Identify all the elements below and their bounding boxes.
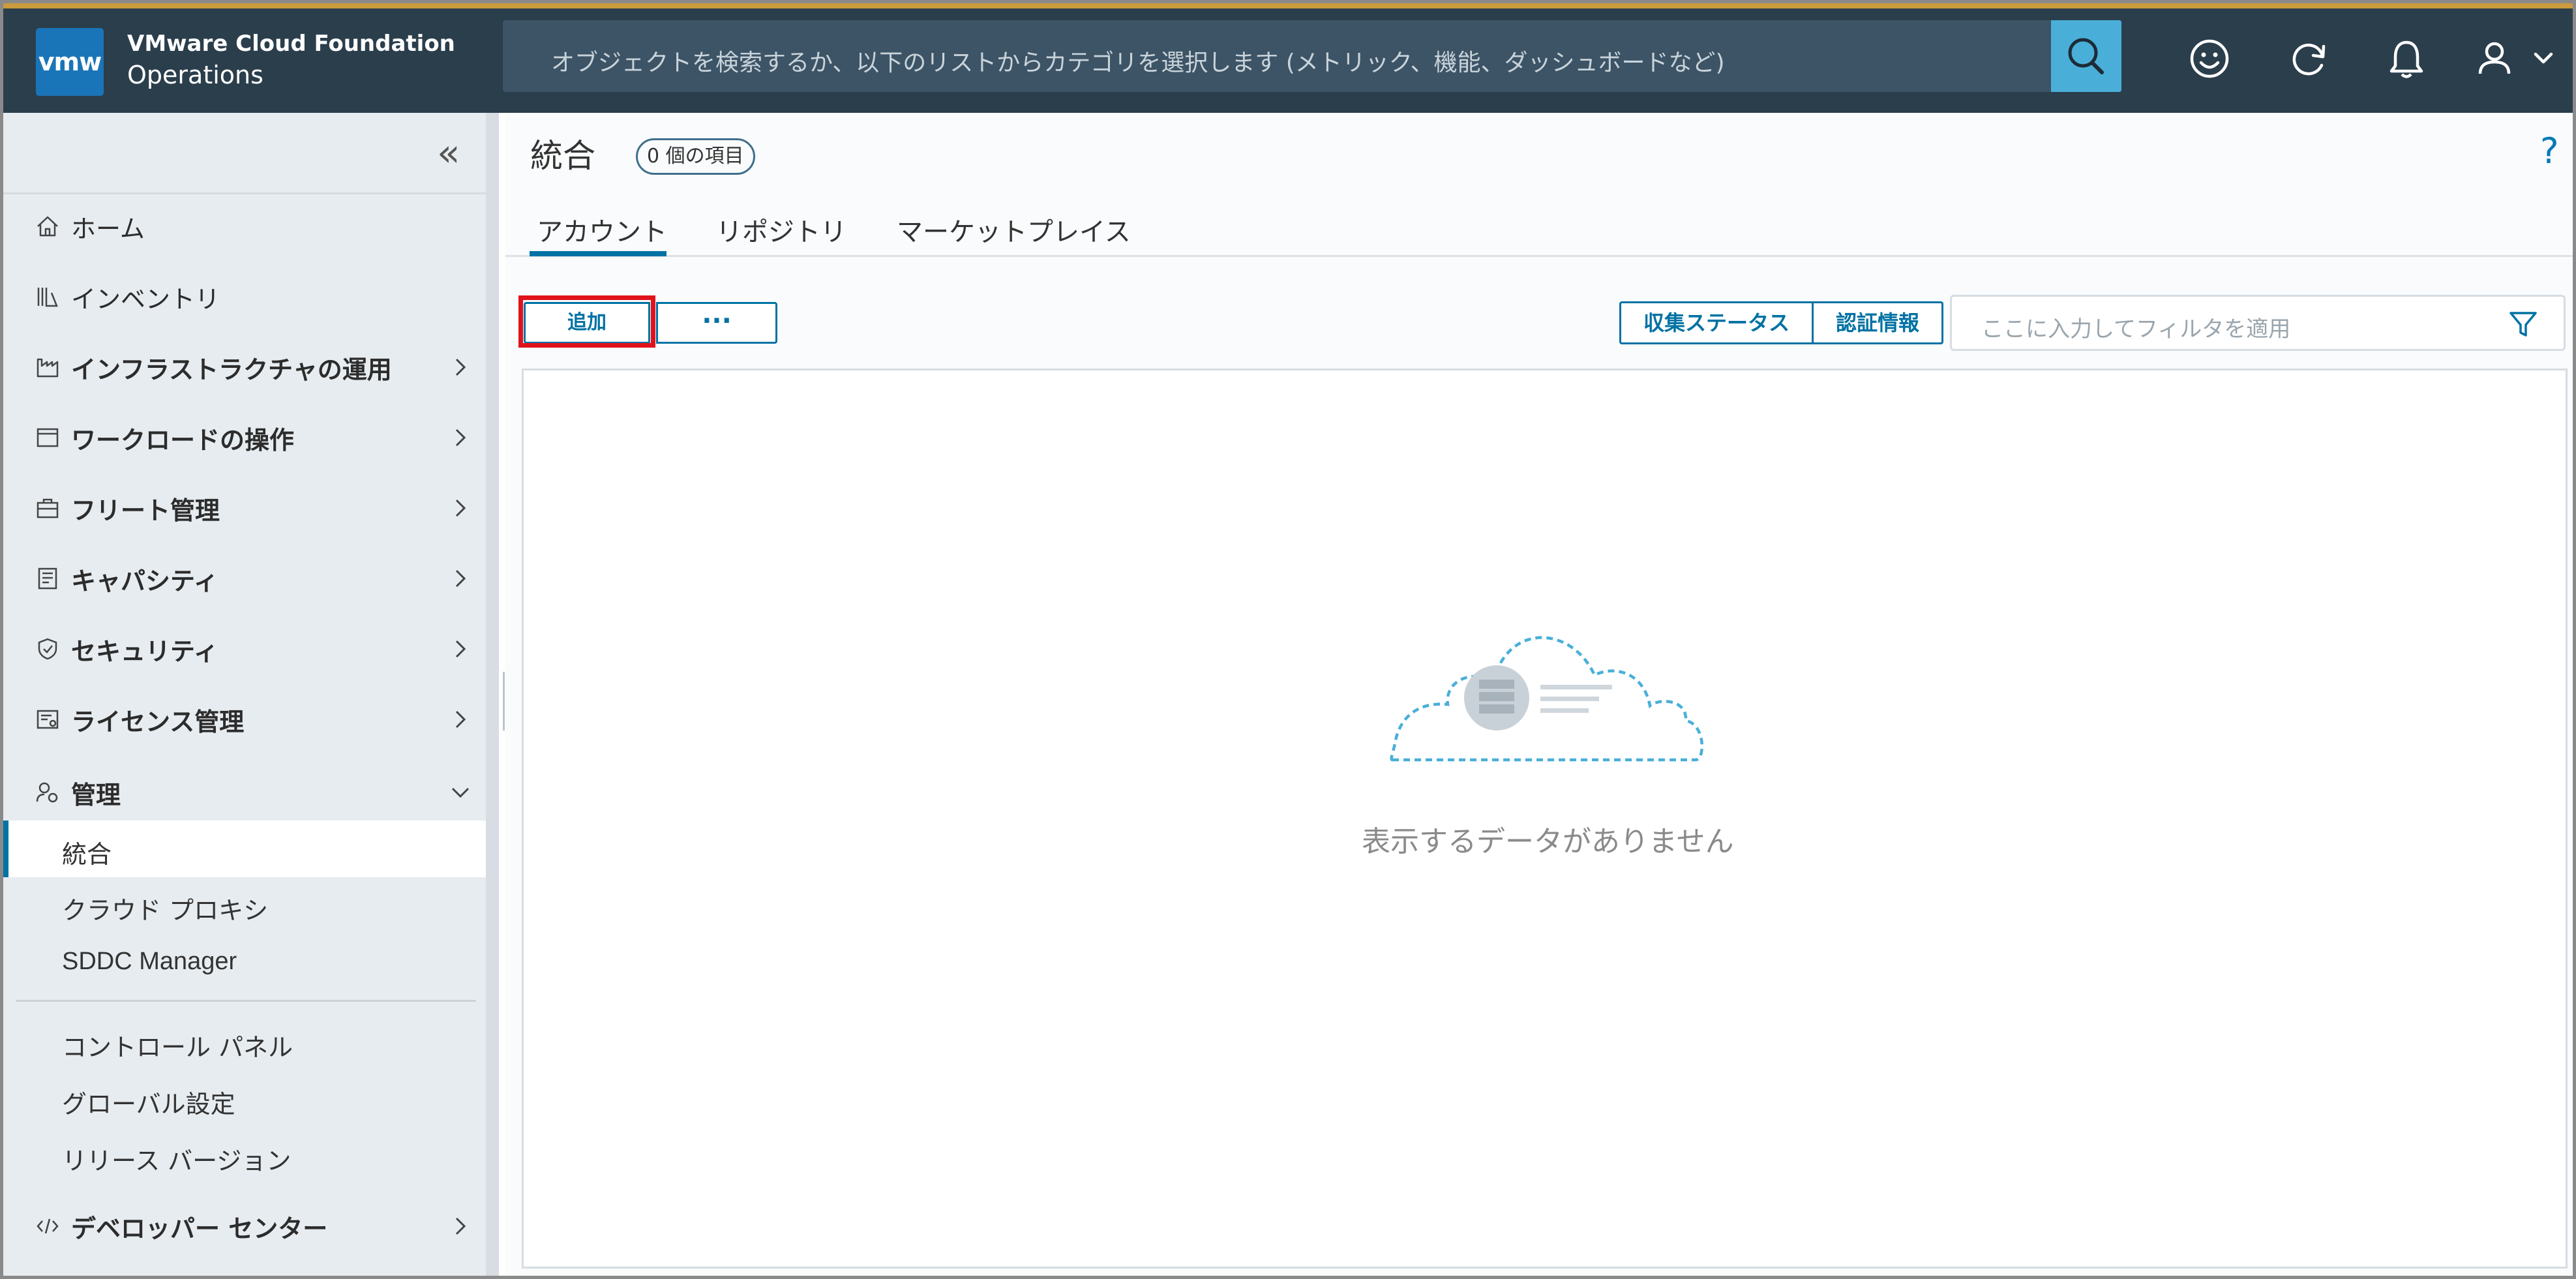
capacity-icon: [35, 565, 61, 592]
collapse-sidebar-button[interactable]: «: [437, 130, 460, 175]
more-actions-button[interactable]: ···: [656, 302, 777, 344]
sidebar-subitem-global-settings[interactable]: グローバル設定: [62, 1084, 235, 1120]
page-title: 統合: [530, 137, 595, 175]
empty-state-message: 表示するデータがありません: [1362, 825, 1734, 858]
sidebar-item-security[interactable]: セキュリティ: [35, 623, 485, 675]
item-count-badge: 0 個の項目: [636, 138, 755, 175]
sidebar-item-label: ワークロードの操作: [71, 425, 295, 455]
window-icon: [35, 425, 61, 451]
add-button-highlight: [518, 295, 655, 348]
refresh-icon[interactable]: [2286, 36, 2331, 82]
search-button[interactable]: [2051, 20, 2121, 92]
briefcase-icon: [35, 495, 61, 521]
chevron-right-icon: [449, 496, 472, 520]
sidebar-item-developer-center[interactable]: デベロッパー センター: [35, 1200, 485, 1252]
active-tab-indicator: [530, 251, 666, 256]
sidebar-item-label: キャパシティ: [71, 566, 218, 595]
help-icon[interactable]: ?: [2540, 130, 2559, 172]
credentials-button[interactable]: 認証情報: [1814, 301, 1944, 344]
filter-icon[interactable]: [2508, 308, 2539, 340]
sidebar-item-label: ライセンス管理: [71, 707, 245, 736]
collect-status-button[interactable]: 収集ステータス: [1619, 301, 1814, 344]
tab-repository[interactable]: リポジトリ: [716, 211, 846, 248]
sidebar-item-label: 管理: [71, 780, 121, 809]
sidebar-item-label: インフラストラクチャの運用: [71, 355, 392, 384]
brand-subtitle: Operations: [127, 61, 263, 89]
chevron-right-icon: [449, 567, 472, 590]
search-placeholder: オブジェクトを検索するか、以下のリストからカテゴリを選択します (メトリック、機…: [551, 50, 1725, 76]
chevron-down-icon[interactable]: [2530, 36, 2556, 82]
chevron-right-icon: [449, 637, 472, 661]
sidebar-item-fleet[interactable]: フリート管理: [35, 482, 485, 534]
home-icon: [35, 213, 61, 239]
chevron-right-icon: [449, 708, 472, 731]
sidebar-item-home[interactable]: ホーム: [35, 200, 485, 252]
app-frame: vmw VMware Cloud Foundation Operations オ…: [0, 0, 2576, 1279]
chevron-right-icon: [449, 1214, 472, 1238]
sidebar-item-inventory[interactable]: インベントリ: [35, 271, 485, 323]
sidebar-subitem-integrations[interactable]: 統合: [62, 834, 112, 870]
sidebar-resize-handle[interactable]: [503, 672, 505, 730]
brand-title: VMware Cloud Foundation: [127, 31, 455, 57]
sidebar-divider: [3, 192, 486, 194]
sidebar-item-label: フリート管理: [71, 496, 220, 525]
shield-icon: [35, 636, 61, 662]
sidebar-item-infrastructure[interactable]: インフラストラクチャの運用: [35, 341, 485, 393]
sidebar-item-admin[interactable]: 管理: [35, 766, 485, 819]
factory-icon: [35, 354, 61, 380]
search-icon: [2068, 38, 2104, 74]
sidebar-subitem-sddc-manager[interactable]: SDDC Manager: [62, 948, 237, 976]
user-icon[interactable]: [2472, 36, 2517, 82]
sidebar-item-workload[interactable]: ワークロードの操作: [35, 412, 485, 464]
sidebar-item-label: インベントリ: [71, 284, 220, 314]
tabs-divider: [505, 255, 2573, 257]
chevron-right-icon: [449, 355, 472, 379]
empty-cloud-icon: [1390, 636, 1703, 762]
tab-accounts[interactable]: アカウント: [537, 211, 667, 248]
status-button-group: 収集ステータス 認証情報: [1619, 301, 1944, 344]
vmware-logo[interactable]: vmw: [36, 28, 104, 96]
sidebar-subitem-control-panel[interactable]: コントロール パネル: [62, 1027, 293, 1063]
sidebar-item-label: デベロッパー センター: [71, 1214, 328, 1243]
sidebar-subdivider: [16, 1000, 476, 1002]
inventory-icon: [35, 284, 61, 310]
sidebar-subitem-cloud-proxy[interactable]: クラウド プロキシ: [62, 890, 268, 926]
filter-placeholder: ここに入力してフィルタを適用: [1981, 316, 2291, 342]
chevron-right-icon: [449, 426, 472, 449]
code-icon: [35, 1213, 61, 1239]
smiley-icon[interactable]: [2187, 36, 2232, 82]
bell-icon[interactable]: [2384, 36, 2429, 82]
global-search-input[interactable]: オブジェクトを検索するか、以下のリストからカテゴリを選択します (メトリック、機…: [503, 20, 2121, 92]
license-icon: [35, 706, 61, 732]
tab-marketplace[interactable]: マーケットプレイス: [897, 211, 1131, 248]
sidebar-scrollbar[interactable]: [486, 113, 499, 1276]
chevron-down-icon: [449, 781, 472, 804]
sidebar-item-license[interactable]: ライセンス管理: [35, 693, 485, 745]
sidebar-item-label: セキュリティ: [71, 637, 218, 666]
filter-input[interactable]: ここに入力してフィルタを適用: [1950, 295, 2566, 351]
sidebar-subitem-release-version[interactable]: リリース バージョン: [62, 1141, 291, 1177]
sidebar-item-capacity[interactable]: キャパシティ: [35, 552, 485, 605]
sidebar-item-label: ホーム: [71, 214, 145, 243]
admin-icon: [35, 779, 61, 805]
